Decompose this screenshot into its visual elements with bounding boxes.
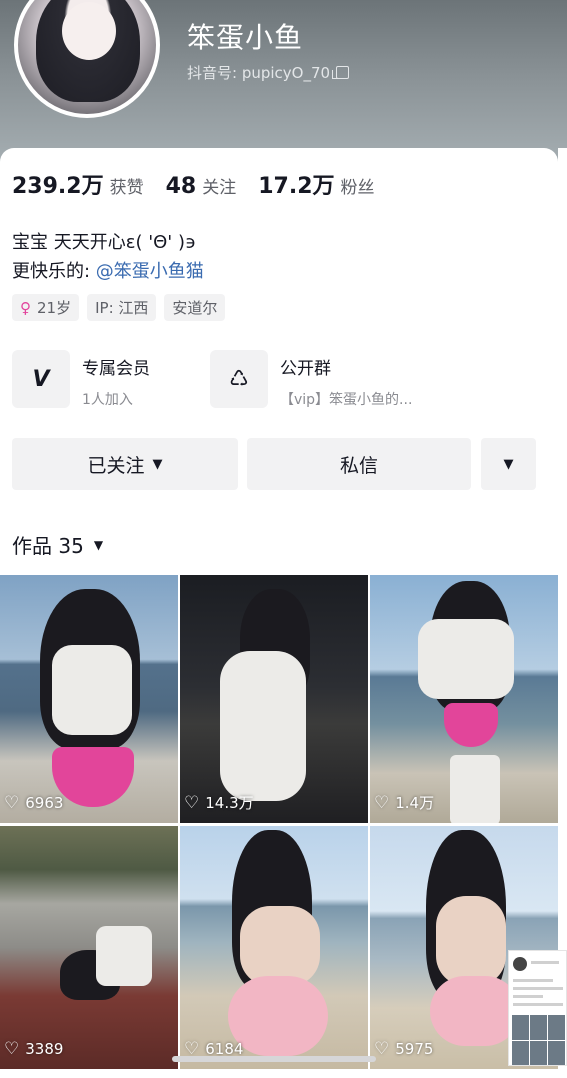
more-options-button[interactable]: ▼ (481, 438, 536, 490)
heart-icon: ♡ (374, 1039, 390, 1059)
stats-row: 239.2万 获赞 48 关注 17.2万 粉丝 (12, 168, 397, 200)
followed-button[interactable]: 已关注 ▼ (12, 438, 238, 490)
works-tab[interactable]: 作品 35 ▼ (12, 530, 103, 559)
video-grid: ♡ 6963 ♡ 14.3万 ♡ 1.4万 ♡ 3389 ♡ 6184 ♡ 59… (0, 575, 558, 1069)
stat-following[interactable]: 48 关注 (166, 173, 237, 199)
profile-tags: ♀ 21岁 IP: 江西 安道尔 (12, 294, 226, 321)
group-feature[interactable]: ♺ 公开群 【vip】笨蛋小鱼的... (210, 350, 412, 409)
nickname: 笨蛋小鱼 (187, 21, 304, 54)
bio-line-2: 更快乐的: @笨蛋小鱼猫 (12, 257, 204, 283)
following-count: 48 (165, 174, 197, 199)
ip-tag: IP: 江西 (87, 294, 157, 321)
copy-icon[interactable] (332, 66, 350, 79)
message-label: 私信 (339, 454, 378, 477)
chevron-down-icon: ▼ (503, 456, 514, 472)
video-likes: ♡ 3389 (4, 1039, 64, 1059)
video-likes: ♡ 6963 (4, 793, 64, 813)
followed-label: 已关注 (87, 454, 145, 477)
location-tag: 安道尔 (164, 294, 226, 321)
bio-line-1: 宝宝 天天开心ε( 'Θ' )϶ (12, 232, 197, 253)
home-indicator (172, 1056, 376, 1062)
member-subtitle: 1人加入 (82, 392, 133, 408)
followers-label: 粉丝 (340, 178, 375, 198)
video-thumbnail[interactable]: ♡ 3389 (0, 826, 178, 1069)
member-feature[interactable]: V 专属会员 1人加入 (12, 350, 150, 409)
video-thumbnail[interactable]: ♡ 6963 (0, 575, 178, 823)
group-chat-icon: ♺ (210, 350, 268, 408)
group-title: 公开群 (280, 359, 331, 379)
video-thumbnail[interactable]: ♡ 1.4万 (370, 575, 558, 823)
douyin-id[interactable]: 抖音号: pupicyO_70 (187, 62, 350, 83)
bio-mention-link[interactable]: @笨蛋小鱼猫 (96, 261, 204, 282)
heart-icon: ♡ (4, 793, 20, 813)
avatar-face (62, 2, 116, 60)
member-title: 专属会员 (82, 359, 150, 379)
works-label: 作品 35 (12, 534, 84, 558)
age-text: 21岁 (37, 299, 72, 317)
female-icon: ♀ (20, 298, 31, 317)
heart-icon: ♡ (184, 792, 200, 813)
likes-label: 获赞 (109, 178, 144, 198)
douyin-id-text: 抖音号: pupicyO_70 (187, 64, 331, 82)
age-tag: ♀ 21岁 (12, 294, 80, 321)
video-likes: ♡ 1.4万 (374, 792, 435, 813)
heart-icon: ♡ (4, 1039, 20, 1059)
mini-avatar (513, 957, 527, 971)
followers-count: 17.2万 (258, 174, 335, 199)
video-likes: ♡ 14.3万 (184, 792, 254, 813)
vip-member-icon: V (12, 350, 70, 408)
likes-count: 239.2万 (12, 174, 104, 199)
stat-followers[interactable]: 17.2万 粉丝 (258, 168, 374, 200)
screenshot-preview-thumbnail[interactable] (508, 950, 567, 1066)
mini-grid (512, 1015, 565, 1065)
video-likes: ♡ 5975 (374, 1039, 434, 1059)
stat-likes[interactable]: 239.2万 获赞 (12, 168, 144, 200)
group-subtitle: 【vip】笨蛋小鱼的... (280, 392, 413, 408)
video-thumbnail[interactable]: ♡ 6184 (180, 826, 368, 1069)
chevron-down-icon: ▼ (93, 537, 104, 552)
bio-prefix: 更快乐的: (12, 261, 96, 282)
heart-icon: ♡ (374, 792, 390, 813)
chevron-down-icon: ▼ (152, 456, 163, 472)
video-thumbnail[interactable]: ♡ 14.3万 (180, 575, 368, 823)
card-edge (558, 148, 567, 1066)
following-label: 关注 (202, 178, 237, 198)
message-button[interactable]: 私信 (247, 438, 471, 490)
